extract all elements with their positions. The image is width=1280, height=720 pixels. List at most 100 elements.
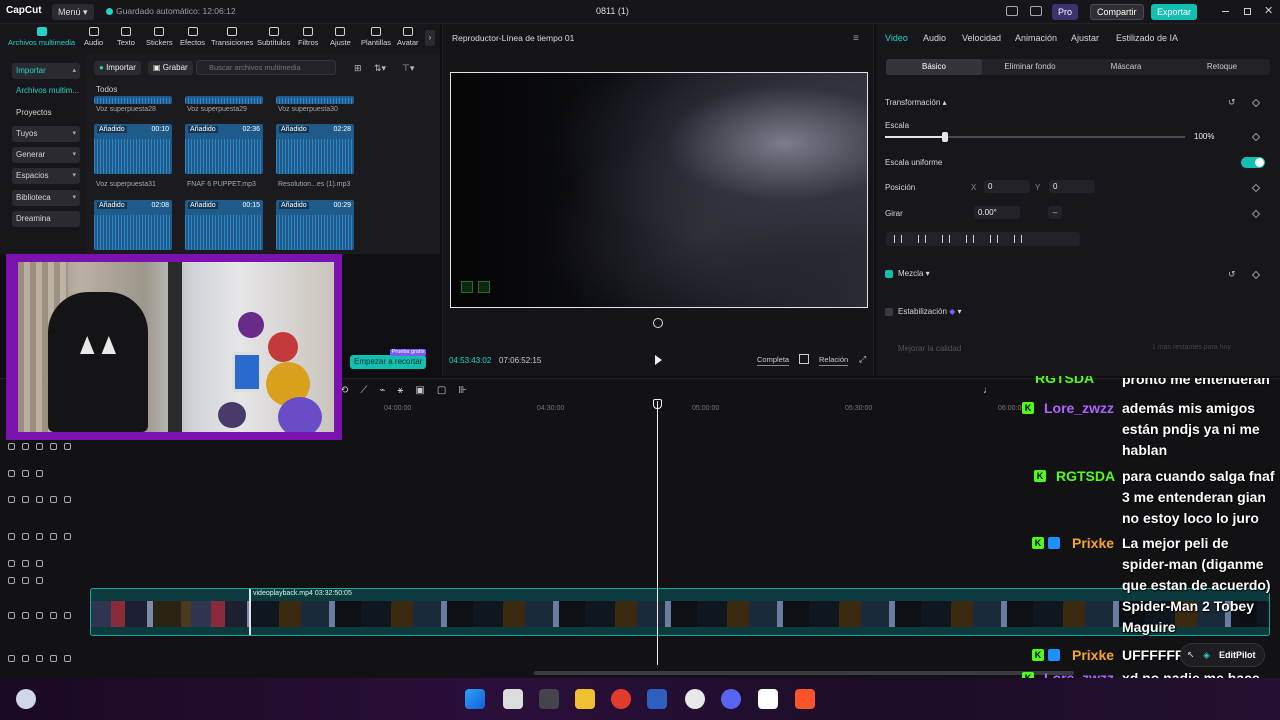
media-thumb[interactable]: Añadido 00:29: [276, 200, 354, 250]
track-controls[interactable]: [8, 558, 50, 570]
sidebar-item-spaces[interactable]: Espacios ▾: [12, 168, 80, 184]
start-crop-button[interactable]: Empezar a recortar Prueba gratis: [350, 349, 427, 369]
rotate-dial-icon[interactable]: –: [1048, 206, 1062, 219]
eye-icon[interactable]: [36, 496, 43, 503]
subtab-remove-bg[interactable]: Eliminar fondo: [982, 59, 1078, 75]
media-thumb[interactable]: Añadido 02:28: [276, 124, 354, 174]
full-button[interactable]: Completa: [757, 354, 790, 366]
menu-button[interactable]: Menú ▾: [52, 4, 94, 20]
sidebar-item-yours[interactable]: Tuyos ▾: [12, 126, 80, 142]
tab-video[interactable]: Video: [885, 33, 908, 43]
obs-icon[interactable]: [685, 689, 705, 709]
tab-audio[interactable]: Audio: [923, 33, 946, 43]
speaker-icon[interactable]: [50, 496, 57, 503]
more-icon[interactable]: [64, 533, 71, 540]
speaker-icon[interactable]: [50, 612, 57, 619]
lock-icon[interactable]: [22, 655, 29, 662]
align-middle-icon[interactable]: [990, 235, 998, 243]
lock-icon[interactable]: [22, 612, 29, 619]
sort-icon[interactable]: ⇅▾: [374, 63, 386, 74]
tool-text[interactable]: Texto: [117, 27, 135, 47]
minimize-icon[interactable]: [1222, 11, 1229, 12]
keyframe-icon[interactable]: [1251, 183, 1261, 193]
media-thumb[interactable]: Añadido 02:08: [94, 200, 172, 250]
sidebar-item-library[interactable]: Biblioteca ▾: [12, 190, 80, 206]
scale-slider-knob[interactable]: [942, 132, 948, 142]
chrome-icon[interactable]: [611, 689, 631, 709]
playhead-handle[interactable]: [653, 399, 662, 409]
more-icon[interactable]: [64, 612, 71, 619]
timeline-toolbar[interactable]: ⟲⟋⌁⚹▣▢⊪: [340, 385, 479, 396]
lock-icon[interactable]: [22, 533, 29, 540]
keyframe-icon[interactable]: [1251, 98, 1261, 108]
eye-icon[interactable]: [36, 655, 43, 662]
media-thumb[interactable]: Añadido 00:10: [94, 124, 172, 174]
scale-value[interactable]: 100%: [1194, 132, 1214, 141]
lock-icon[interactable]: [22, 443, 29, 450]
timeline-scrollbar[interactable]: [534, 671, 1074, 675]
windows-start-icon[interactable]: [465, 689, 485, 709]
pos-y-input[interactable]: 0: [1049, 180, 1095, 193]
blend-label[interactable]: Mezcla ▾: [898, 269, 930, 278]
lock-icon[interactable]: [22, 577, 29, 584]
track-controls[interactable]: [8, 653, 78, 665]
pro-button[interactable]: Pro: [1052, 4, 1079, 20]
tab-ai-style[interactable]: Estilizado de IA: [1116, 33, 1178, 43]
rotate-input[interactable]: 0.00°: [974, 206, 1020, 219]
align-center-icon[interactable]: [918, 235, 926, 243]
keyframe-icon[interactable]: [1251, 270, 1261, 280]
eye-icon[interactable]: [36, 577, 43, 584]
tab-animation[interactable]: Animación: [1015, 33, 1057, 43]
task-view-icon[interactable]: [503, 689, 523, 709]
stabilize-checkbox[interactable]: [885, 308, 893, 316]
track-controls[interactable]: [8, 441, 78, 453]
speaker-icon[interactable]: [50, 655, 57, 662]
chevron-right-icon[interactable]: ›: [425, 30, 435, 46]
mic-icon[interactable]: ♩: [983, 385, 993, 396]
tool-adjust[interactable]: Ajuste: [330, 27, 351, 47]
stabilize-label[interactable]: Estabilización ◆ ▾: [898, 307, 962, 316]
media-thumb[interactable]: [94, 96, 172, 104]
tool-media[interactable]: Archivos multimedia: [8, 27, 75, 47]
track-controls[interactable]: [8, 575, 50, 587]
tool-templates[interactable]: Plantillas: [361, 27, 391, 47]
keyframe-icon[interactable]: [1251, 132, 1261, 142]
reset-icon[interactable]: ↺: [1228, 269, 1236, 280]
import-button[interactable]: ● Importar: [94, 61, 141, 75]
lock-icon[interactable]: [22, 470, 29, 477]
ratio-button[interactable]: Relación: [819, 354, 849, 366]
word-icon[interactable]: [647, 689, 667, 709]
align-right-icon[interactable]: [942, 235, 950, 243]
blend-checkbox[interactable]: [885, 270, 893, 278]
more-icon[interactable]: [64, 496, 71, 503]
subtab-basic[interactable]: Básico: [886, 59, 982, 75]
media-thumb[interactable]: [276, 96, 354, 104]
sidebar-item-projects[interactable]: Proyectos secun...: [12, 105, 80, 133]
tool-subtitles[interactable]: Subtítulos: [257, 27, 290, 47]
tool-audio[interactable]: Audio: [84, 27, 103, 47]
align-bottom-icon[interactable]: [1014, 235, 1022, 243]
track-controls[interactable]: [8, 531, 78, 543]
grid-view-icon[interactable]: ⊞: [354, 63, 362, 74]
search-input[interactable]: Buscar archivos multimedia: [196, 60, 336, 75]
filter-icon[interactable]: ⊤▾: [402, 63, 414, 74]
maximize-icon[interactable]: [1244, 8, 1251, 15]
keyframe-icon[interactable]: [1251, 209, 1261, 219]
eye-icon[interactable]: [36, 470, 43, 477]
tab-adjust[interactable]: Ajustar: [1071, 33, 1099, 43]
align-left-icon[interactable]: [894, 235, 902, 243]
subtab-retouch[interactable]: Retoque: [1174, 59, 1270, 75]
align-top-icon[interactable]: [966, 235, 974, 243]
tool-effects[interactable]: Efectos: [180, 27, 205, 47]
share-button[interactable]: Compartir: [1090, 4, 1144, 20]
eye-icon[interactable]: [36, 443, 43, 450]
video-preview[interactable]: [450, 72, 868, 308]
export-button[interactable]: Exportar: [1151, 4, 1198, 20]
tool-stickers[interactable]: Stickers: [146, 27, 173, 47]
tab-speed[interactable]: Velocidad: [962, 33, 1001, 43]
subtab-mask[interactable]: Máscara: [1078, 59, 1174, 75]
weather-icon[interactable]: [16, 689, 36, 709]
eye-icon[interactable]: [36, 560, 43, 567]
transform-heading[interactable]: Transformación ▴: [885, 98, 947, 107]
speaker-icon[interactable]: [50, 443, 57, 450]
